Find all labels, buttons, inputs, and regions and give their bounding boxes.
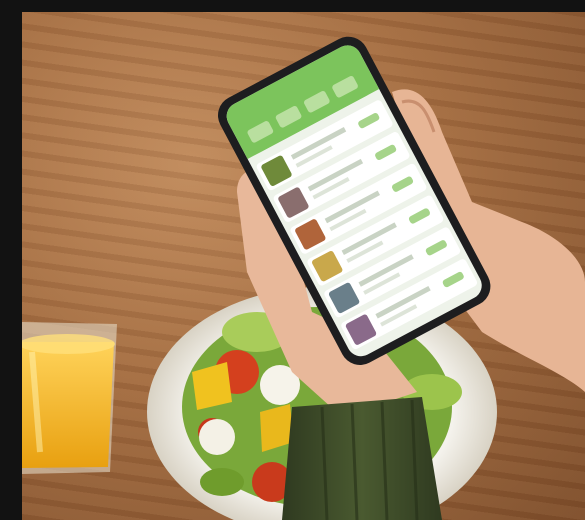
juice-glass [22, 322, 117, 474]
photo [22, 12, 585, 520]
image-frame [0, 0, 585, 520]
green-sleeve [282, 397, 442, 520]
photo-scene [22, 36, 585, 520]
